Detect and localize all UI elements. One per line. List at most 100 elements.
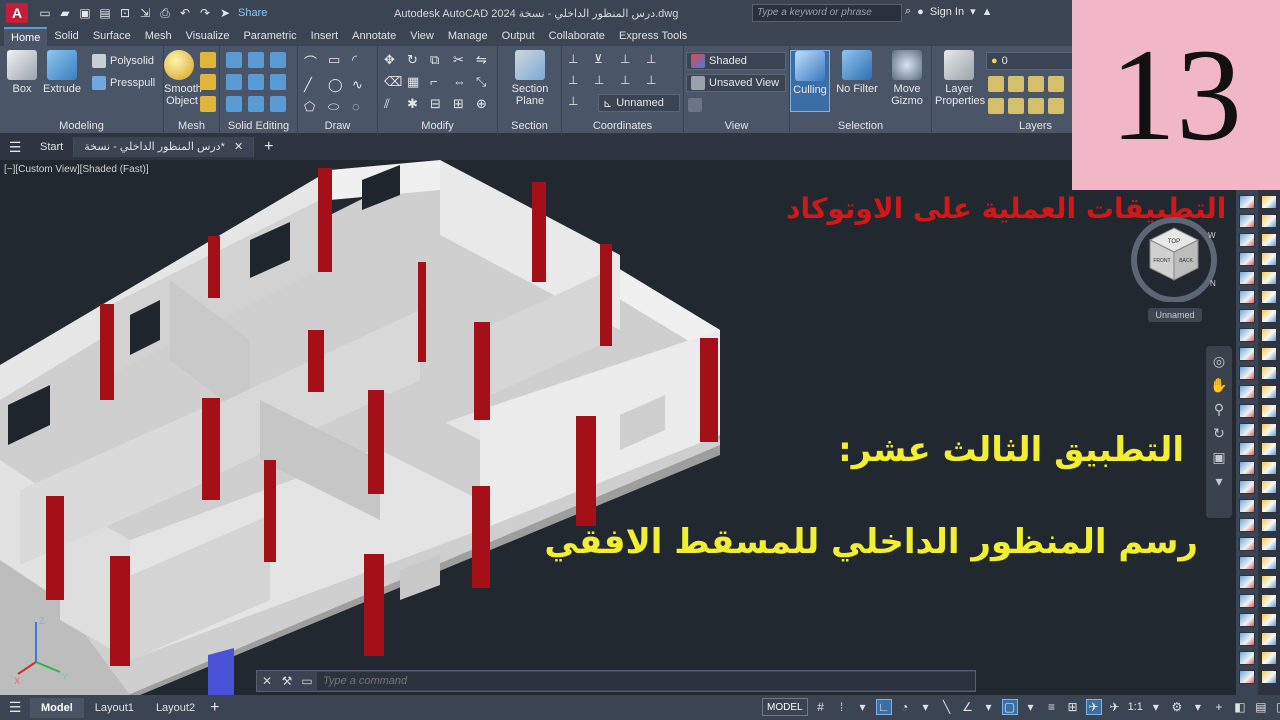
polyline-icon[interactable]: ⌒ — [304, 52, 320, 71]
isodraft-icon[interactable]: ╲ — [939, 699, 955, 715]
steering-wheel-icon[interactable]: ◎ — [1210, 352, 1228, 370]
intersect-icon[interactable] — [226, 96, 242, 112]
palette-tool-icon[interactable] — [1261, 252, 1277, 266]
workspace-dropdown-icon[interactable]: ▾ — [1190, 699, 1206, 715]
tab-annotate[interactable]: Annotate — [345, 27, 403, 46]
extrude-button[interactable]: Extrude — [40, 50, 84, 95]
polysolid-button[interactable]: Polysolid — [92, 54, 154, 68]
palette-tool-icon[interactable] — [1261, 442, 1277, 456]
solid-editing-panel-label[interactable]: Solid Editing — [220, 120, 297, 132]
cart-icon[interactable]: ▾ — [970, 5, 976, 18]
lineweight-icon[interactable]: ▾ — [1023, 699, 1039, 715]
draw-panel-label[interactable]: Draw — [298, 120, 377, 132]
layer-thaw-icon[interactable] — [1048, 98, 1064, 114]
palette-tool-icon[interactable] — [1261, 537, 1277, 551]
extract-edges-icon[interactable] — [270, 74, 286, 90]
palette-tool-icon[interactable] — [1239, 613, 1255, 627]
trim-icon[interactable]: ✂ — [453, 52, 469, 68]
palette-tool-icon[interactable] — [1239, 309, 1255, 323]
box-button[interactable]: Box — [0, 50, 44, 95]
print-icon[interactable]: ⎙ — [158, 6, 172, 20]
stretch-icon[interactable]: ⇔ — [453, 74, 469, 90]
osnap-dropdown-icon[interactable]: ▾ — [981, 699, 997, 715]
explode-icon[interactable]: ✱ — [407, 96, 423, 112]
ucs-origin-icon[interactable]: ⊥ — [568, 73, 584, 87]
modify-panel-label[interactable]: Modify — [378, 120, 497, 132]
tab-surface[interactable]: Surface — [86, 27, 138, 46]
grid-icon[interactable]: # — [813, 699, 829, 715]
snap-dropdown-icon[interactable]: ▾ — [855, 699, 871, 715]
ucs-view-icon[interactable]: ⊥ — [646, 73, 662, 87]
coordinates-panel-label[interactable]: Coordinates — [562, 120, 683, 132]
move-gizmo-button[interactable]: Move Gizmo — [884, 50, 930, 107]
selection-cycling-icon[interactable]: ⊞ — [1065, 699, 1081, 715]
palette-tool-icon[interactable] — [1261, 233, 1277, 247]
open-folder-icon[interactable]: ▰ — [58, 6, 72, 20]
recent-commands-icon[interactable]: ▭ — [297, 674, 317, 688]
tab-view[interactable]: View — [403, 27, 441, 46]
orbit-icon[interactable]: ↻ — [1210, 424, 1228, 442]
interfere-icon[interactable] — [248, 74, 264, 90]
palette-tool-icon[interactable] — [1239, 632, 1255, 646]
layer-dropdown[interactable]: ● 0 — [986, 52, 1076, 70]
palette-tool-icon[interactable] — [1239, 290, 1255, 304]
palette-tool-icon[interactable] — [1261, 404, 1277, 418]
ellipse-icon[interactable]: ⬭ — [328, 99, 344, 115]
viewport-controls-label[interactable]: [−][Custom View][Shaded (Fast)] — [4, 164, 149, 175]
polar-icon[interactable]: ◔ — [897, 699, 913, 715]
palette-tool-icon[interactable] — [1239, 195, 1255, 209]
array-icon[interactable]: ▦ — [407, 74, 423, 90]
object-tracking-icon[interactable]: ∠ — [960, 699, 976, 715]
new-file-icon[interactable]: ▭ — [38, 6, 52, 20]
presspull-button[interactable]: Presspull — [92, 76, 155, 90]
tab-parametric[interactable]: Parametric — [236, 27, 303, 46]
palette-tool-icon[interactable] — [1239, 366, 1255, 380]
spline-icon[interactable]: ∿ — [352, 77, 368, 93]
tab-visualize[interactable]: Visualize — [179, 27, 237, 46]
palette-tool-icon[interactable] — [1239, 518, 1255, 532]
view-manager-icon[interactable] — [688, 98, 702, 112]
layer-match-icon[interactable] — [988, 98, 1004, 114]
palette-tool-icon[interactable] — [1239, 233, 1255, 247]
palette-tool-icon[interactable] — [1239, 537, 1255, 551]
scale-dropdown-icon[interactable]: ▾ — [1148, 699, 1164, 715]
palette-tool-icon[interactable] — [1239, 328, 1255, 342]
ucs-world-icon[interactable]: ⊻ — [594, 52, 610, 66]
annotation-autoscale-icon[interactable]: ✈ — [1107, 699, 1123, 715]
palette-tool-icon[interactable] — [1261, 347, 1277, 361]
isolate-objects-icon[interactable]: ◫ — [1274, 699, 1280, 715]
transparency-icon[interactable]: ≡ — [1044, 699, 1060, 715]
layers-panel-label[interactable]: Layers — [992, 120, 1079, 132]
tab-mesh[interactable]: Mesh — [138, 27, 179, 46]
mesh-crease-icon[interactable] — [200, 96, 216, 112]
save-icon[interactable]: ▣ — [78, 6, 92, 20]
viewcube-ucs-menu[interactable]: Unnamed — [1148, 308, 1202, 322]
palette-tool-icon[interactable] — [1261, 613, 1277, 627]
mesh-panel-label[interactable]: Mesh — [164, 120, 219, 132]
drawing-tab[interactable]: درس المنظور الداخلي - نسخة* ✕ — [74, 137, 255, 157]
ortho-icon[interactable]: ∟ — [875, 699, 892, 715]
ucs-named-icon[interactable]: ⊥ — [568, 94, 584, 108]
search-input[interactable]: Type a keyword or phrase — [752, 4, 902, 22]
layer-freeze-icon[interactable] — [1028, 76, 1044, 92]
layer-off-icon[interactable] — [1008, 76, 1024, 92]
palette-tool-icon[interactable] — [1261, 651, 1277, 665]
palette-tool-icon[interactable] — [1239, 499, 1255, 513]
start-tab[interactable]: Start — [30, 137, 75, 157]
palette-tool-icon[interactable] — [1239, 461, 1255, 475]
annotation-monitor-icon[interactable]: + — [1211, 699, 1227, 715]
region-icon[interactable]: ◌ — [352, 99, 368, 115]
palette-tool-icon[interactable] — [1239, 404, 1255, 418]
palette-tool-icon[interactable] — [1261, 328, 1277, 342]
offset-icon[interactable]: ⫽ — [384, 96, 400, 112]
no-filter-button[interactable]: No Filter — [834, 50, 880, 95]
object-snap-icon[interactable]: ▢ — [1001, 699, 1018, 715]
section-plane-button[interactable]: Section Plane — [506, 50, 554, 107]
new-layout-icon[interactable]: + — [210, 699, 219, 717]
close-command-icon[interactable]: ✕ — [257, 674, 277, 688]
palette-tool-icon[interactable] — [1261, 499, 1277, 513]
tab-solid[interactable]: Solid — [47, 27, 85, 46]
copy-icon[interactable]: ⧉ — [430, 52, 446, 68]
tab-collaborate[interactable]: Collaborate — [542, 27, 612, 46]
polygon-icon[interactable]: ⬠ — [304, 99, 320, 115]
